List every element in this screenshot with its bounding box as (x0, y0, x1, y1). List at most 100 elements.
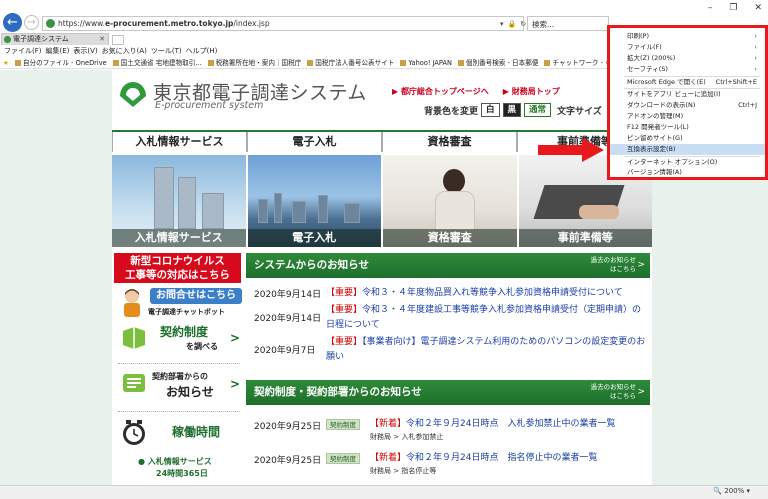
operating-hours-title: 稼働時間 (172, 425, 221, 439)
bgcolor-white-button[interactable]: 白 (481, 103, 500, 117)
corona-banner-line2: 工事等の対応はこちら (125, 269, 230, 281)
news-date: 2020年9月14日 (254, 314, 322, 324)
news-tag: 【新着】 (370, 453, 407, 463)
contact-block: お問合せはこちら 電子調達チャットボット (120, 287, 244, 319)
favorite-item[interactable]: 国税庁法人番号公表サイト (307, 57, 394, 68)
minimize-icon[interactable]: – (708, 0, 713, 16)
book-icon (123, 327, 145, 349)
tab-active[interactable]: 電子調達システム ✕ (1, 33, 109, 45)
tab-favicon-icon (4, 36, 11, 43)
building-shape (257, 199, 268, 223)
category-badge: 契約制度 (326, 453, 360, 464)
news-breadcrumb: 財務局 > 指名停止等 (370, 467, 437, 475)
menu-tools[interactable]: ツール(T) (151, 45, 182, 57)
zoom-value: 200% (724, 487, 745, 495)
dept-notice-link[interactable]: 契約部署からの お知らせ > (116, 369, 244, 409)
nav-qualification[interactable]: 資格審査 (382, 132, 517, 152)
forward-button[interactable]: → (24, 15, 39, 30)
contact-button[interactable]: お問合せはこちら (150, 288, 242, 304)
url-path: /index.jsp (233, 19, 270, 28)
zoom-level[interactable]: 🔍 200% ▾ (713, 487, 750, 495)
operating-hours-detail: 24時間365日 (156, 469, 208, 478)
chatbot-label[interactable]: 電子調達チャットボット (148, 307, 225, 317)
tab-close-icon[interactable]: ✕ (99, 34, 105, 45)
news-date: 2020年9月14日 (254, 290, 322, 300)
divider (118, 363, 240, 364)
news-link[interactable]: 【重要】【事業者向け】電子調達システム利用のためのパソコンの設定変更のお願い (326, 335, 648, 365)
news-item[interactable]: 2020年9月25日 契約制度 【新着】令和２年９月24日時点 入札参加禁止中の… (246, 415, 650, 449)
news-date: 2020年9月25日 (254, 422, 322, 432)
menu-view[interactable]: 表示(V) (73, 45, 97, 57)
news-link[interactable]: 【重要】令和３・４年度建設工事等競争入札参加資格申請受付（定期申請）の日程につい… (326, 303, 648, 333)
new-tab-button[interactable] (112, 35, 124, 45)
person-body-shape (435, 191, 475, 231)
tocho-top-link[interactable]: ▶ 都庁総合トップページへ (392, 86, 489, 97)
contract-system-link[interactable]: 契約制度 を調べる > (116, 323, 244, 359)
zaimu-top-link[interactable]: ▶ 財務局トップ (503, 86, 560, 97)
building-shape (202, 193, 224, 229)
dropdown-icon[interactable]: ▾ (500, 20, 504, 28)
favorites-star-icon[interactable]: ★ (3, 57, 9, 68)
refresh-icon[interactable]: ↻ (520, 20, 526, 28)
menu-favorites[interactable]: お気に入り(A) (102, 45, 147, 57)
url-prefix: https://www. (58, 19, 105, 28)
status-bar: 🔍 200% ▾ (0, 485, 768, 499)
news-tag: 【新着】 (370, 419, 407, 429)
chevron-right-icon: > (637, 260, 645, 270)
news-item[interactable]: 2020年9月25日 契約制度 【新着】令和２年９月24日時点 指名停止中の業者… (246, 449, 650, 483)
arrow-right-icon: → (27, 17, 36, 28)
news-text: 令和２年９月24日時点 指名停止中の業者一覧 (406, 453, 598, 463)
archive-label: 過去のお知らせ (590, 383, 636, 391)
contract-news-archive-link[interactable]: 過去のお知らせ はこちら > (590, 383, 645, 401)
menu-edit[interactable]: 編集(E) (46, 45, 70, 57)
address-input[interactable]: https://www. e-procurement.metro.tokyo.jp… (42, 16, 524, 31)
nav-e-bidding[interactable]: 電子入札 (247, 132, 382, 152)
search-input[interactable]: 検索... (527, 16, 609, 31)
category-badge: 契約制度 (326, 419, 360, 430)
favorite-item[interactable]: 個別番号検索 - 日本郵便 (458, 57, 539, 68)
news-item[interactable]: 2020年9月14日 【重要】令和３・４年度物品買入れ等競争入札参加資格申請受付… (246, 285, 650, 303)
system-news-archive-link[interactable]: 過去のお知らせ はこちら > (591, 256, 645, 274)
news-item[interactable]: 2020年9月7日 【重要】【事業者向け】電子調達システム利用のためのパソコンの… (246, 335, 650, 367)
news-item[interactable]: 2020年9月14日 【重要】令和３・４年度建設工事等競争入札参加資格申請受付（… (246, 303, 650, 335)
banner-e-bidding[interactable]: 電子入札 (247, 155, 381, 247)
menu-help[interactable]: ヘルプ(H) (186, 45, 218, 57)
site-globe-icon (46, 19, 55, 28)
news-link[interactable]: 【新着】令和２年９月24日時点 入札参加禁止中の業者一覧 (370, 416, 615, 429)
favorite-item[interactable]: Yahoo! JAPAN (400, 57, 451, 68)
chevron-right-icon: > (229, 331, 240, 345)
restore-icon[interactable]: ❐ (729, 0, 737, 16)
bgcolor-normal-button[interactable]: 通常 (524, 103, 552, 117)
favorite-item[interactable]: 国土交通省 宅地建物取引... (113, 57, 202, 68)
banner-bid-info[interactable]: 入札情報サービス (112, 155, 246, 247)
lock-icon[interactable]: 🔒 (508, 20, 517, 28)
banner-caption: 事前準備等 (518, 229, 652, 247)
favorite-item[interactable]: 税務署所在地・案内｜国税庁 (208, 57, 302, 68)
news-text: 令和２年９月24日時点 入札参加禁止中の業者一覧 (406, 419, 616, 429)
corona-banner[interactable]: 新型コロナウイルス 工事等の対応はこちら (114, 253, 241, 283)
banner-qualification[interactable]: 資格審査 (383, 155, 517, 247)
close-window-icon[interactable]: ✕ (754, 0, 762, 16)
nav-bid-info[interactable]: 入札情報サービス (112, 132, 247, 152)
banner-caption: 資格審査 (383, 229, 517, 247)
back-button[interactable]: ← (3, 13, 22, 32)
building-shape (154, 167, 174, 229)
contract-system-title: 契約制度 (160, 325, 209, 339)
bgcolor-black-button[interactable]: 黒 (502, 103, 522, 117)
news-text: 令和３・４年度建設工事等競争入札参加資格申請受付（定期申請）の日程について (326, 305, 642, 330)
favorite-item[interactable]: 自分のファイル - OneDrive (15, 57, 107, 68)
news-link[interactable]: 【重要】令和３・４年度物品買入れ等競争入札参加資格申請受付について (326, 286, 648, 301)
menu-file[interactable]: ファイル(F) (4, 45, 42, 57)
news-link[interactable]: 【新着】令和２年９月24日時点 指名停止中の業者一覧 (370, 450, 597, 463)
news-text: 【事業者向け】電子調達システム利用のためのパソコンの設定変更のお願い (326, 337, 646, 362)
news-text: 令和３・４年度物品買入れ等競争入札参加資格申請受付について (362, 288, 623, 298)
highlight-frame (607, 25, 768, 180)
site-container: 東京都電子調達システム E-procurement system ▶ 都庁総合ト… (112, 70, 652, 485)
hands-shape (578, 205, 619, 219)
tokyo-ginkgo-logo-icon[interactable] (118, 79, 148, 109)
building-shape (343, 203, 360, 223)
clock-icon (123, 420, 145, 445)
news-date: 2020年9月25日 (254, 456, 322, 466)
contract-news-header: 契約制度・契約部署からのお知らせ 過去のお知らせ はこちら > (246, 380, 650, 405)
address-tools: ▾ 🔒 ↻ (500, 16, 526, 31)
